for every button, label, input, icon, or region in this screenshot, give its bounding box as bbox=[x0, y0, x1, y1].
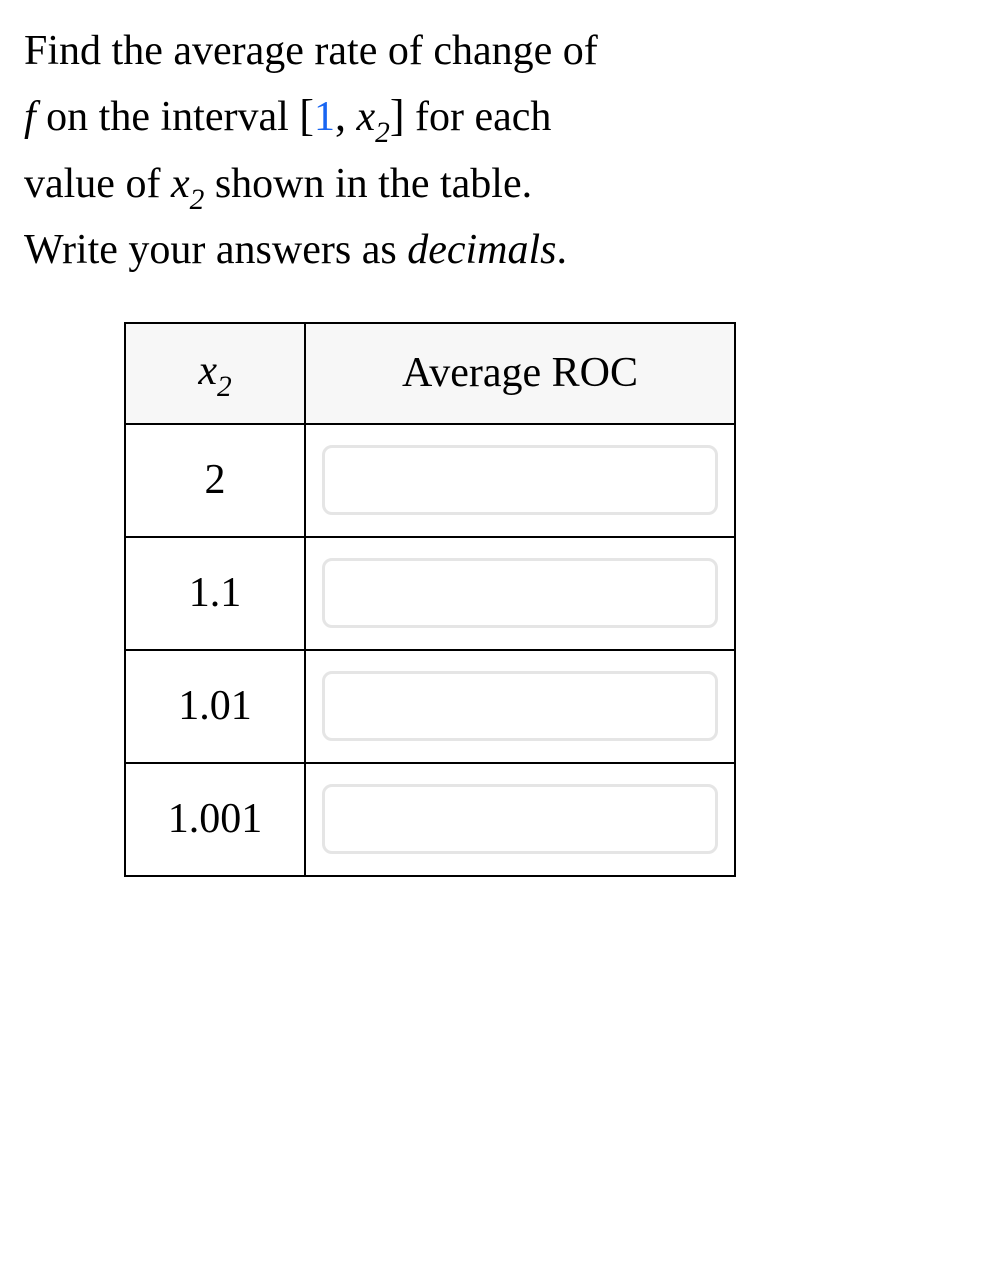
x2-value: 1.01 bbox=[125, 650, 305, 763]
problem-text-2: on the interval bbox=[46, 94, 289, 140]
x2-value: 1.001 bbox=[125, 763, 305, 876]
roc-cell bbox=[305, 424, 735, 537]
period: . bbox=[557, 227, 568, 273]
roc-input-row-3[interactable] bbox=[322, 671, 718, 741]
interval-open-bracket: [ bbox=[299, 91, 314, 140]
roc-cell bbox=[305, 650, 735, 763]
table-row: 1.01 bbox=[125, 650, 735, 763]
table-row: 1.001 bbox=[125, 763, 735, 876]
roc-input-row-2[interactable] bbox=[322, 558, 718, 628]
x2-var-inline: x2 bbox=[171, 161, 204, 207]
function-symbol: f bbox=[24, 94, 36, 140]
problem-text-6: Write your answers as bbox=[24, 227, 397, 273]
problem-statement: Find the average rate of change of f on … bbox=[24, 20, 979, 282]
table-row: 1.1 bbox=[125, 537, 735, 650]
header-x2: x2 bbox=[125, 323, 305, 424]
problem-text-1: Find the average rate of change of bbox=[24, 28, 598, 74]
table-row: 2 bbox=[125, 424, 735, 537]
roc-cell bbox=[305, 537, 735, 650]
interval-comma: , bbox=[335, 91, 346, 140]
decimals-emphasis: decimals bbox=[407, 227, 556, 273]
interval-start: 1 bbox=[314, 94, 335, 140]
interval-close-bracket: ] bbox=[390, 91, 405, 140]
header-roc: Average ROC bbox=[305, 323, 735, 424]
problem-text-4: value of bbox=[24, 161, 160, 207]
problem-text-3: for each bbox=[415, 94, 551, 140]
roc-cell bbox=[305, 763, 735, 876]
problem-text-5: shown in the table. bbox=[215, 161, 532, 207]
roc-input-row-4[interactable] bbox=[322, 784, 718, 854]
x2-value: 2 bbox=[125, 424, 305, 537]
x2-value: 1.1 bbox=[125, 537, 305, 650]
roc-table: x2 Average ROC 2 1.1 1.01 1.001 bbox=[124, 322, 736, 877]
interval-end-var: x2 bbox=[356, 94, 389, 140]
roc-input-row-1[interactable] bbox=[322, 445, 718, 515]
